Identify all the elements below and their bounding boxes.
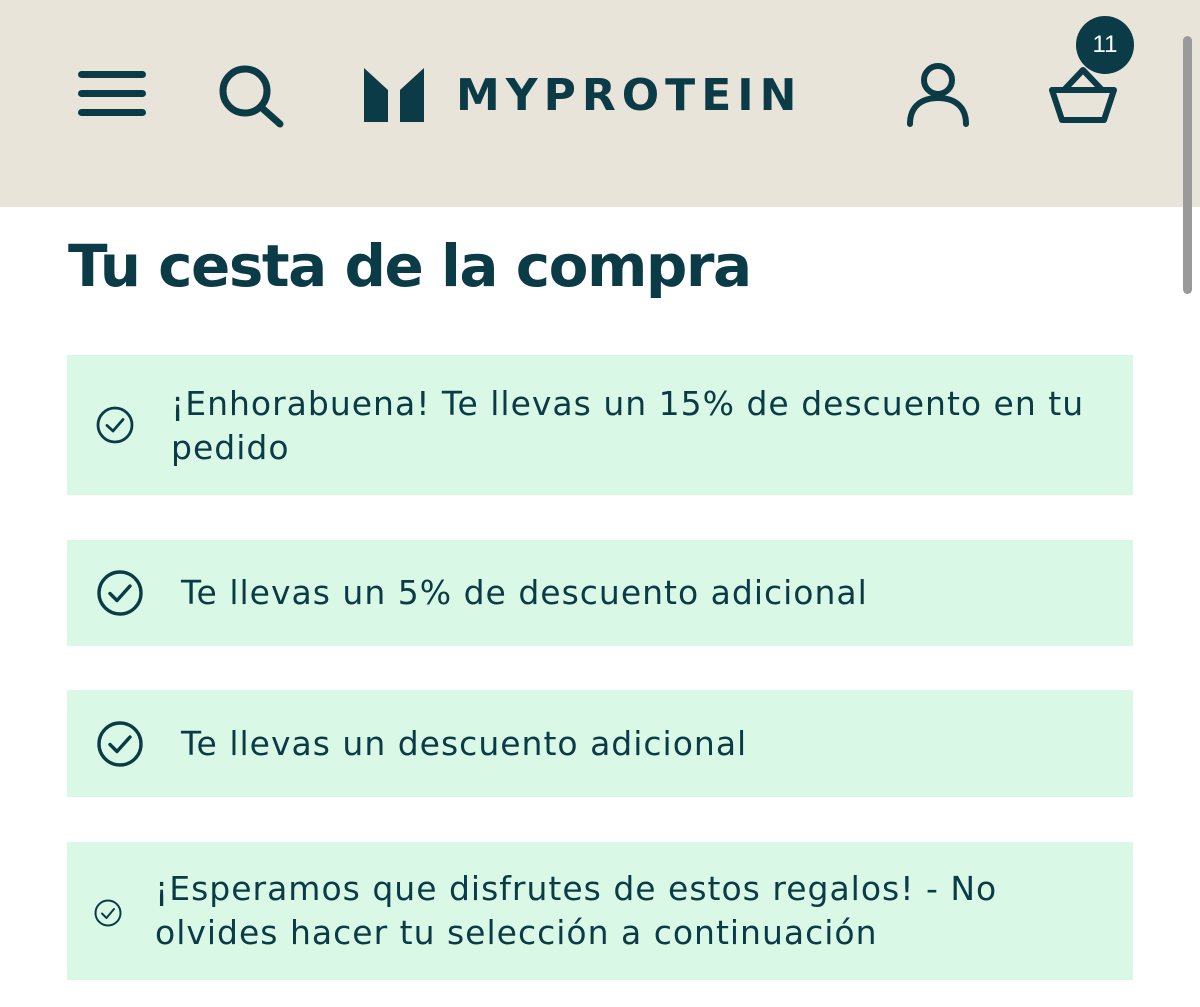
notice-text: Te llevas un 5% de descuento adicional xyxy=(181,573,868,612)
notice-text: ¡Esperamos que disfrutes de estos regalo… xyxy=(155,869,998,952)
check-circle-icon xyxy=(96,406,134,444)
notice-discount-15: ¡Enhorabuena! Te llevas un 15% de descue… xyxy=(67,355,1133,495)
check-circle-icon xyxy=(97,570,143,616)
myprotein-logo[interactable]: MYPROTEIN xyxy=(362,64,822,126)
page-title: Tu cesta de la compra xyxy=(68,232,752,300)
check-circle-icon xyxy=(94,899,122,927)
site-header: MYPROTEIN 11 xyxy=(0,0,1200,207)
hamburger-menu-icon[interactable] xyxy=(78,68,146,120)
cart-count-badge[interactable]: 11 xyxy=(1076,16,1134,74)
scrollbar[interactable] xyxy=(1183,36,1192,294)
basket-page: MYPROTEIN 11 Tu cesta de la compra ¡Enho… xyxy=(0,0,1200,1007)
check-circle-icon xyxy=(97,721,143,767)
notice-gifts: ¡Esperamos que disfrutes de estos regalo… xyxy=(67,842,1133,980)
account-icon[interactable] xyxy=(904,62,972,128)
search-icon[interactable] xyxy=(218,64,286,128)
notice-discount-5: Te llevas un 5% de descuento adicional xyxy=(67,540,1133,646)
brand-name: MYPROTEIN xyxy=(456,70,803,121)
notice-text: ¡Enhorabuena! Te llevas un 15% de descue… xyxy=(171,384,1085,467)
notice-additional-discount: Te llevas un descuento adicional xyxy=(67,690,1133,797)
notice-text: Te llevas un descuento adicional xyxy=(181,724,748,763)
myprotein-logo-mark xyxy=(364,68,424,122)
